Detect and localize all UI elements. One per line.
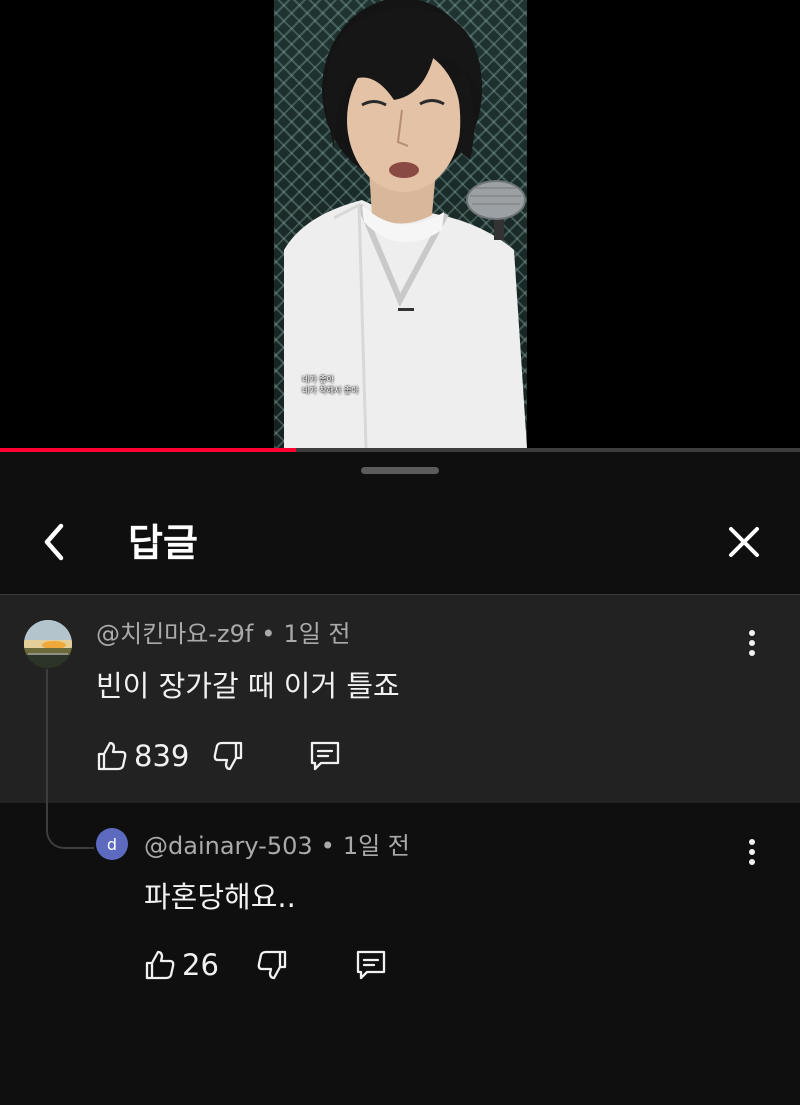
replies-sheet: 답글 @치킨마요-z9f • 1일 전 빈이 장가갈 때 이거 틀죠 839 d… (0, 452, 800, 1105)
parent-comment: @치킨마요-z9f • 1일 전 빈이 장가갈 때 이거 틀죠 839 (0, 595, 800, 803)
reply-button[interactable] (354, 945, 388, 985)
more-vertical-icon (749, 839, 755, 865)
back-button[interactable] (32, 520, 76, 564)
reply-author[interactable]: @dainary-503 (144, 832, 313, 860)
close-button[interactable] (722, 520, 766, 564)
close-icon (729, 527, 759, 557)
reply-text: 파혼당해요.. (144, 880, 296, 914)
thumbs-up-icon (97, 741, 127, 771)
comment-more-button[interactable] (737, 623, 767, 663)
comment-time: 1일 전 (283, 620, 351, 648)
comment-text: 빈이 장가갈 때 이거 틀죠 (96, 669, 400, 703)
reply-more-button[interactable] (737, 832, 767, 872)
meta-separator: • (320, 832, 335, 860)
thumbs-down-icon (257, 950, 287, 980)
sheet-drag-handle[interactable] (361, 467, 439, 474)
subtitle-line-2: 네가 착해서 좋아 (302, 386, 359, 395)
like-button[interactable]: 839 (96, 736, 189, 776)
video-frame[interactable]: 네가 좋아 네가 착해서 좋아 (274, 0, 527, 448)
like-count: 839 (134, 739, 190, 773)
thumbs-up-icon (145, 950, 175, 980)
reply-actions: 26 (144, 945, 404, 985)
thread-connector (46, 669, 94, 849)
comment-actions: 839 (96, 736, 356, 776)
video-player[interactable]: 네가 좋아 네가 착해서 좋아 (0, 0, 800, 448)
reply-meta: @dainary-503 • 1일 전 (144, 831, 410, 861)
more-vertical-icon (749, 630, 755, 656)
dislike-button[interactable] (256, 945, 288, 985)
reply-button[interactable] (308, 736, 342, 776)
avatar-sunset-image (24, 620, 72, 668)
chevron-left-icon (44, 523, 64, 561)
video-subtitle: 네가 좋아 네가 착해서 좋아 (302, 374, 359, 396)
comment-author[interactable]: @치킨마요-z9f (96, 620, 253, 648)
like-button[interactable]: 26 (144, 945, 219, 985)
reply-avatar[interactable]: d (96, 828, 128, 860)
meta-separator: • (261, 620, 276, 648)
comment-meta: @치킨마요-z9f • 1일 전 (96, 619, 351, 649)
sheet-header: 답글 (0, 492, 800, 595)
thumbs-down-icon (213, 741, 243, 771)
avatar[interactable] (24, 620, 72, 668)
like-count: 26 (182, 948, 219, 982)
dislike-button[interactable] (212, 736, 244, 776)
reply-time: 1일 전 (342, 832, 410, 860)
reply-comment-icon (356, 950, 386, 980)
page-title: 답글 (128, 521, 198, 565)
reply-comment-icon (310, 741, 340, 771)
subtitle-line-1: 네가 좋아 (302, 375, 334, 384)
